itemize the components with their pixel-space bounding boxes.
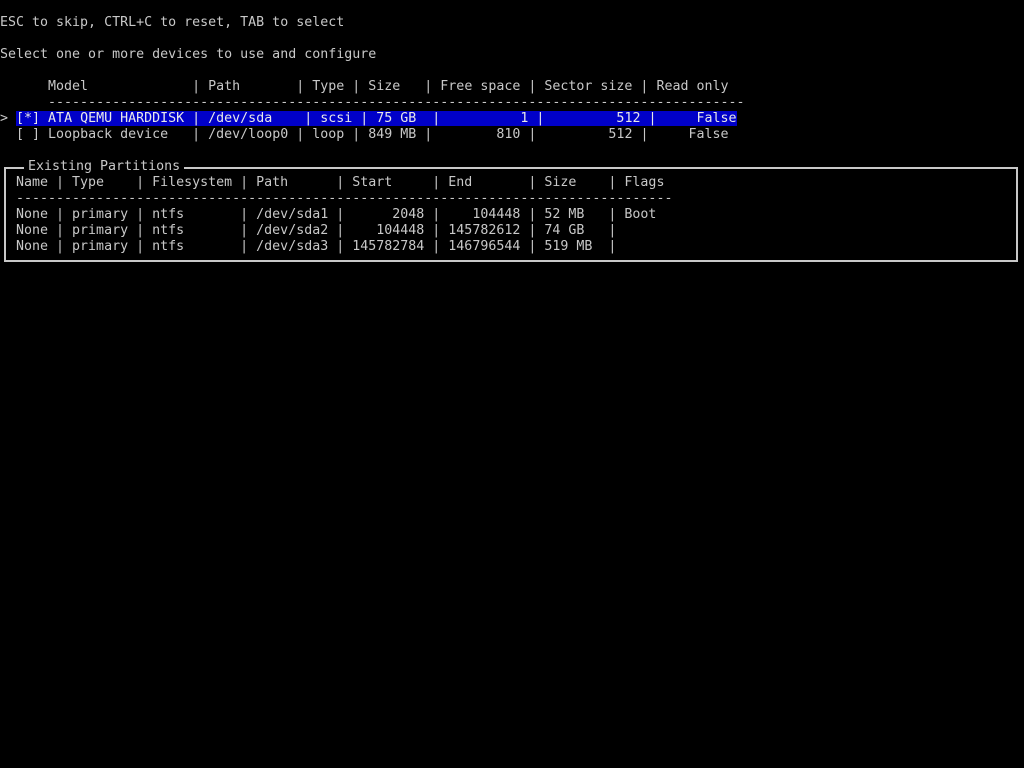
device-row-text: ATA QEMU HARDDISK | /dev/sda | scsi | 75…: [40, 111, 737, 126]
device-row-ata-qemu-harddisk[interactable]: > [*] ATA QEMU HARDDISK | /dev/sda | scs…: [0, 111, 737, 127]
partition-row-sda3: None | primary | ntfs | /dev/sda3 | 1457…: [8, 239, 617, 254]
partition-table-separator: ----------------------------------------…: [8, 191, 673, 206]
device-row-text: Loopback device | /dev/loop0 | loop | 84…: [40, 127, 729, 142]
partition-table-header: Name | Type | Filesystem | Path | Start …: [8, 175, 665, 190]
row-cursor: [0, 127, 16, 142]
row-cursor: >: [0, 111, 17, 126]
device-table-header: Model | Path | Type | Size | Free space …: [0, 79, 729, 94]
partition-row-sda2: None | primary | ntfs | /dev/sda2 | 1044…: [8, 223, 617, 238]
device-table-separator: ----------------------------------------…: [0, 95, 745, 110]
device-checkbox[interactable]: [*]: [16, 111, 41, 126]
key-hints: ESC to skip, CTRL+C to reset, TAB to sel…: [0, 15, 345, 30]
existing-partitions-title: Existing Partitions: [24, 159, 185, 175]
device-checkbox[interactable]: [ ]: [16, 127, 40, 142]
partition-row-sda1: None | primary | ntfs | /dev/sda1 | 2048…: [8, 207, 657, 222]
prompt-text: Select one or more devices to use and co…: [0, 47, 377, 62]
device-row-loopback[interactable]: [ ] Loopback device | /dev/loop0 | loop …: [0, 127, 729, 143]
